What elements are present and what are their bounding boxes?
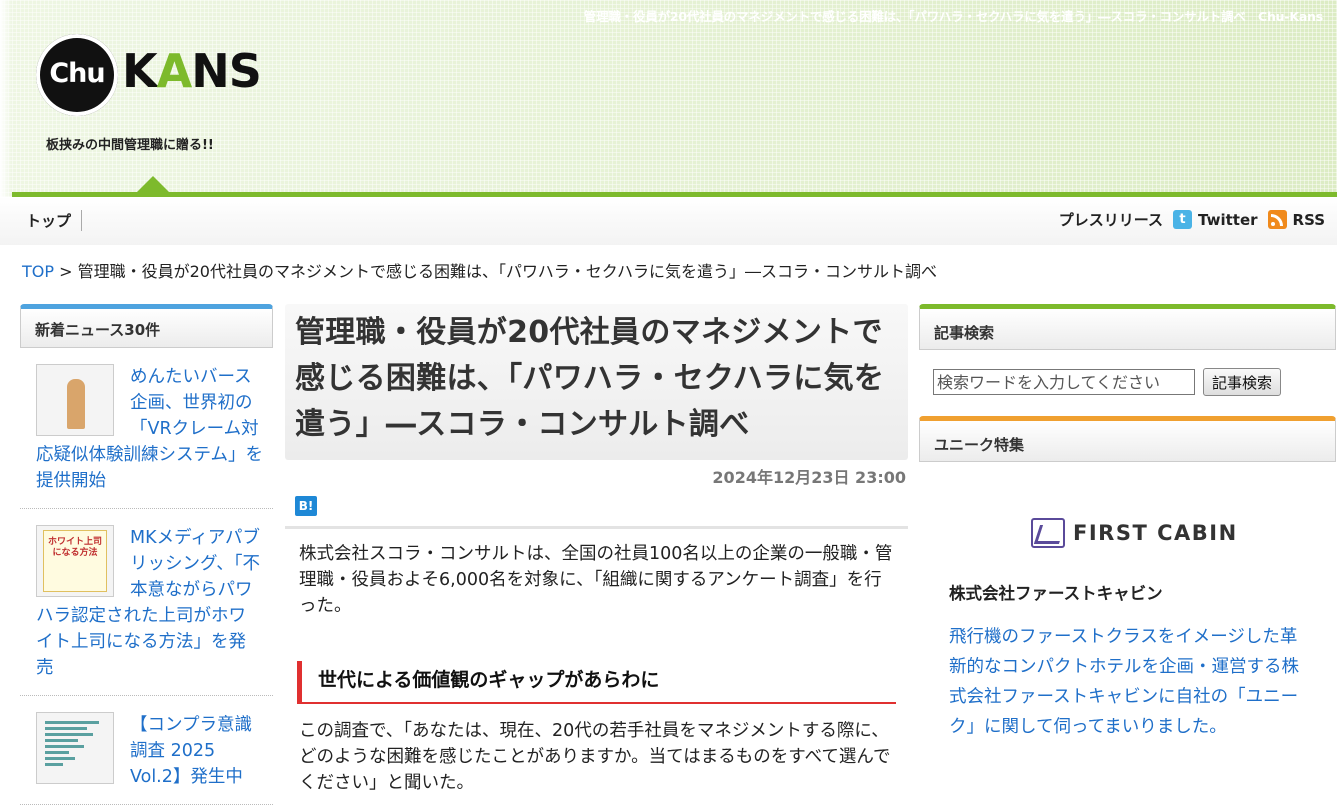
- nav-pointer: [137, 176, 169, 192]
- news-thumbnail[interactable]: ホワイト上司になる方法: [36, 525, 114, 597]
- article-divider: [285, 526, 908, 529]
- breadcrumb-current: 管理職・役員が20代社員のマネジメントで感じる困難は、「パワハラ・セクハラに気を…: [77, 262, 937, 281]
- article-lead: 株式会社スコラ・コンサルトは、全国の社員100名以上の企業の一般職・管理職・役員…: [299, 544, 893, 616]
- press-release-link[interactable]: プレスリリース: [1059, 209, 1163, 230]
- book-cover-text: ホワイト上司になる方法: [43, 530, 107, 592]
- company-name: 株式会社ファーストキャビン: [949, 584, 1163, 603]
- page-title-banner: 管理職・役員が20代社員のマネジメントで感じる困難は、「パワハラ・セクハラに気を…: [583, 9, 1323, 24]
- search-button[interactable]: 記事検索: [1203, 368, 1282, 396]
- news-item[interactable]: めんたいバース企画、世界初の「VRクレーム対応疑似体験訓練システム」を提供開始: [20, 348, 273, 509]
- first-cabin-icon: [1031, 518, 1065, 548]
- twitter-icon: t: [1173, 210, 1193, 229]
- breadcrumb-top-link[interactable]: TOP: [22, 262, 54, 281]
- nav-top-link[interactable]: トップ: [26, 210, 83, 231]
- global-nav: トップ プレスリリース t Twitter RSS: [0, 197, 1337, 245]
- site-header: 管理職・役員が20代社員のマネジメントで感じる困難は、「パワハラ・セクハラに気を…: [0, 0, 1337, 197]
- right-sidebar: 記事検索 記事検索 ユニーク特集 FIRST CABIN 株式会社ファーストキャ…: [919, 304, 1336, 742]
- news-item[interactable]: ホワイト上司になる方法 MKメディアパブリッシング、「不本意ながらパワハラ認定さ…: [20, 509, 273, 696]
- brand-name: FIRST CABIN: [1073, 521, 1238, 545]
- site-tagline: 板挟みの中間管理職に贈る!!: [46, 138, 214, 153]
- first-cabin-logo[interactable]: FIRST CABIN: [1031, 518, 1336, 548]
- section-heading: 世代による価値観のギャップがあらわに: [297, 661, 896, 704]
- news-item[interactable]: 【コンプラ意識調査 2025 Vol.2】発生中: [20, 696, 273, 805]
- search-input[interactable]: [933, 369, 1195, 395]
- feature-description-link[interactable]: 飛行機のファーストクラスをイメージした革新的なコンパクトホテルを企画・運営する株…: [949, 622, 1306, 742]
- nav-right-links: プレスリリース t Twitter RSS: [1059, 209, 1325, 230]
- article-date: 2024年12月23日 23:00: [712, 468, 906, 487]
- article-body: この調査で、「あなたは、現在、20代の若手社員をマネジメントする際に、どのような…: [299, 721, 891, 793]
- news-heading: 新着ニュース30件: [20, 304, 273, 348]
- logo-chu-badge: Chu: [36, 34, 118, 116]
- logo-chu-text: Chu: [49, 58, 105, 89]
- site-logo[interactable]: Chu KANS: [36, 34, 262, 116]
- twitter-link[interactable]: t Twitter: [1173, 210, 1258, 229]
- search-form: 記事検索: [933, 368, 1336, 396]
- hatena-bookmark-button[interactable]: B!: [295, 496, 317, 516]
- left-sidebar: 新着ニュース30件 めんたいバース企画、世界初の「VRクレーム対応疑似体験訓練シ…: [20, 304, 273, 805]
- rss-icon: [1267, 210, 1287, 229]
- news-thumbnail[interactable]: [36, 364, 114, 436]
- rss-link[interactable]: RSS: [1267, 210, 1325, 229]
- logo-kans-text: KANS: [122, 44, 262, 98]
- article: 管理職・役員が20代社員のマネジメントで感じる困難は、「パワハラ・セクハラに気を…: [285, 304, 908, 796]
- news-thumbnail[interactable]: [36, 712, 114, 784]
- search-heading: 記事検索: [919, 304, 1336, 350]
- breadcrumb-separator: >: [54, 262, 78, 281]
- article-title: 管理職・役員が20代社員のマネジメントで感じる困難は、「パワハラ・セクハラに気を…: [285, 304, 908, 460]
- breadcrumb: TOP > 管理職・役員が20代社員のマネジメントで感じる困難は、「パワハラ・セ…: [22, 258, 937, 282]
- header-edge: [0, 0, 12, 197]
- feature-heading: ユニーク特集: [919, 416, 1336, 462]
